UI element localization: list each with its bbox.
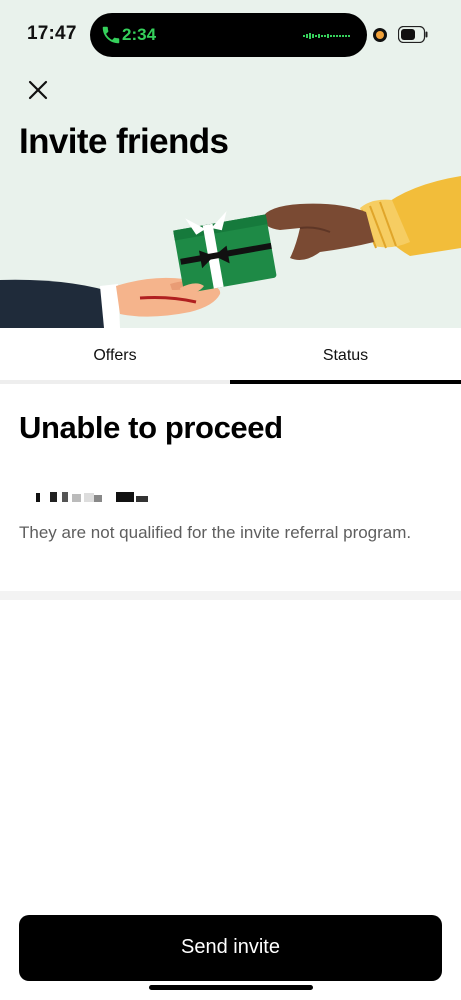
tab-offers-label: Offers [93,347,137,364]
tab-bar: Offers Status [0,328,461,384]
camera-indicator-icon [373,28,387,42]
clock-time: 17:47 [27,23,77,44]
tab-status[interactable]: Status [230,328,461,384]
redacted-name [36,492,148,502]
tab-offers[interactable]: Offers [0,328,230,384]
close-icon[interactable] [22,74,54,106]
waveform-icon [303,33,350,39]
status-description: They are not qualified for the invite re… [19,523,412,542]
call-duration: 2:34 [122,25,157,44]
phone-icon [102,26,120,44]
home-indicator[interactable] [149,985,313,990]
send-invite-label: Send invite [181,936,280,958]
tab-status-underline [230,380,461,384]
gift-handoff-illustration [0,176,461,328]
status-title: Unable to proceed [19,410,283,445]
battery-icon [398,26,428,43]
tab-offers-underline [0,380,230,384]
dynamic-island[interactable]: 2:34 [90,13,367,57]
section-divider [0,591,461,600]
tab-status-label: Status [322,347,369,364]
send-invite-button[interactable]: Send invite [19,915,442,981]
page-title: Invite friends [19,122,229,161]
status-bar: 17:47 2:34 [0,0,461,70]
